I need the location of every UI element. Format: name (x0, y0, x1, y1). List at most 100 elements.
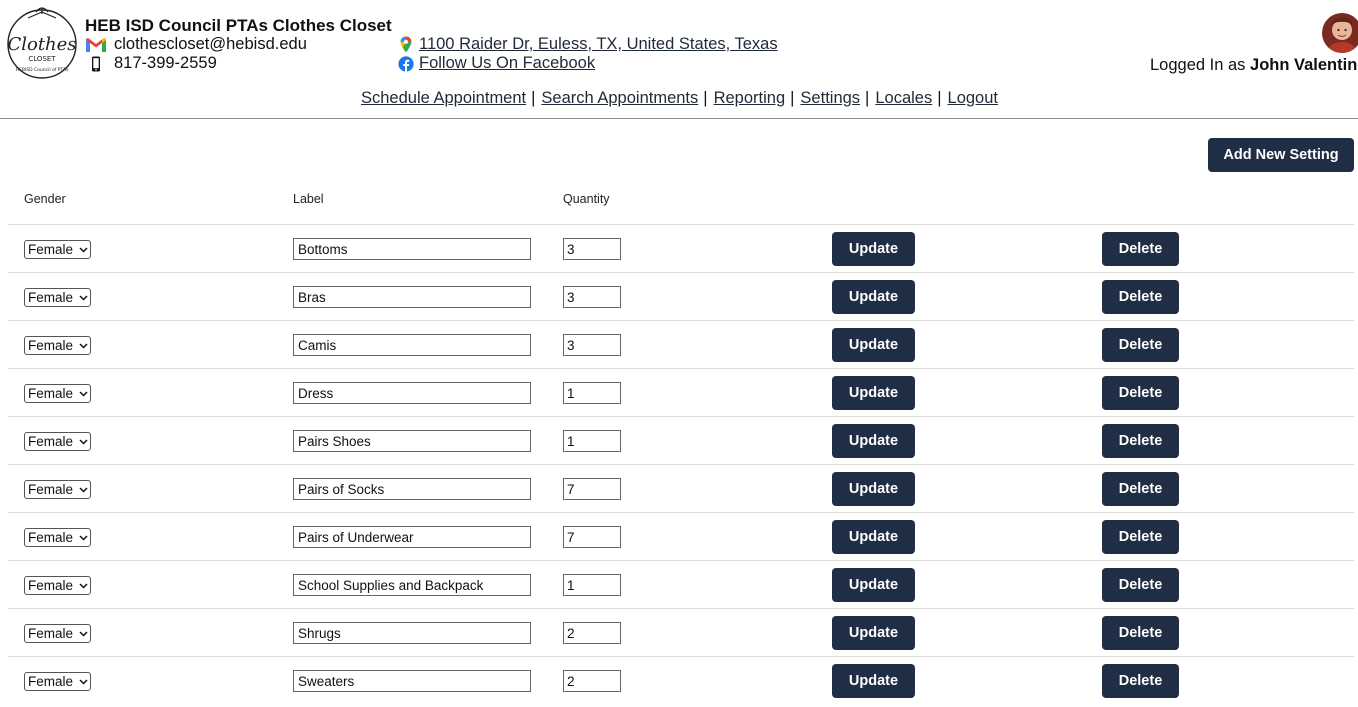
chevron-down-icon (76, 579, 90, 593)
nav-reporting[interactable]: Reporting (714, 89, 786, 108)
update-button[interactable]: Update (832, 616, 915, 650)
main-nav: Schedule Appointment | Search Appointmen… (361, 89, 998, 108)
contact-phone: 817-399-2559 (85, 54, 217, 73)
nav-logout[interactable]: Logout (948, 89, 998, 108)
user-avatar[interactable] (1322, 13, 1358, 53)
label-input[interactable] (293, 670, 531, 692)
facebook-row: Follow Us On Facebook (398, 54, 595, 73)
gender-select[interactable]: Female (24, 480, 91, 499)
update-button[interactable]: Update (832, 376, 915, 410)
label-input[interactable] (293, 478, 531, 500)
delete-button[interactable]: Delete (1102, 664, 1179, 698)
nav-separator: | (531, 89, 536, 107)
nav-search-appointments[interactable]: Search Appointments (541, 89, 698, 108)
label-input[interactable] (293, 574, 531, 596)
table-row: Female Update Delete (8, 464, 1354, 512)
update-button[interactable]: Update (832, 328, 915, 362)
table-row: Female Update Delete (8, 320, 1354, 368)
table-row: Female Update Delete (8, 608, 1354, 656)
facebook-icon (398, 55, 414, 73)
delete-button[interactable]: Delete (1102, 520, 1179, 554)
contact-email: clothescloset@hebisd.edu (85, 35, 307, 54)
site-header: Clothes CLOSET HEBISD Council of PTAs HE… (0, 0, 1358, 119)
nav-settings[interactable]: Settings (800, 89, 860, 108)
delete-button[interactable]: Delete (1102, 328, 1179, 362)
quantity-input[interactable] (563, 526, 621, 548)
chevron-down-icon (76, 627, 90, 641)
delete-button[interactable]: Delete (1102, 472, 1179, 506)
address-row: 1100 Raider Dr, Euless, TX, United State… (398, 35, 778, 54)
quantity-input[interactable] (563, 334, 621, 356)
gender-select-value: Female (28, 482, 74, 497)
gender-select-value: Female (28, 626, 74, 641)
delete-button[interactable]: Delete (1102, 568, 1179, 602)
gender-select[interactable]: Female (24, 288, 91, 307)
gender-select[interactable]: Female (24, 336, 91, 355)
label-input[interactable] (293, 526, 531, 548)
update-button[interactable]: Update (832, 568, 915, 602)
table-row: Female Update Delete (8, 560, 1354, 608)
delete-button[interactable]: Delete (1102, 616, 1179, 650)
quantity-input[interactable] (563, 622, 621, 644)
delete-button[interactable]: Delete (1102, 232, 1179, 266)
gender-select-value: Female (28, 578, 74, 593)
label-input[interactable] (293, 430, 531, 452)
mobile-phone-icon (85, 55, 107, 73)
quantity-input[interactable] (563, 430, 621, 452)
user-name: John Valentino (1250, 56, 1358, 74)
update-button[interactable]: Update (832, 424, 915, 458)
gender-select-value: Female (28, 290, 74, 305)
table-row: Female Update Delete (8, 416, 1354, 464)
delete-button[interactable]: Delete (1102, 280, 1179, 314)
update-button[interactable]: Update (832, 472, 915, 506)
add-new-setting-button[interactable]: Add New Setting (1208, 138, 1354, 172)
update-button[interactable]: Update (832, 232, 915, 266)
quantity-input[interactable] (563, 574, 621, 596)
nav-separator: | (703, 89, 708, 107)
gender-select[interactable]: Female (24, 384, 91, 403)
gender-select[interactable]: Female (24, 240, 91, 259)
update-button[interactable]: Update (832, 664, 915, 698)
chevron-down-icon (76, 483, 90, 497)
gender-select[interactable]: Female (24, 576, 91, 595)
svg-text:HEBISD Council of PTAs: HEBISD Council of PTAs (16, 67, 69, 73)
quantity-input[interactable] (563, 286, 621, 308)
update-button[interactable]: Update (832, 280, 915, 314)
gender-select[interactable]: Female (24, 528, 91, 547)
column-header-gender: Gender (24, 192, 66, 206)
nav-schedule-appointment[interactable]: Schedule Appointment (361, 89, 526, 108)
quantity-input[interactable] (563, 478, 621, 500)
gender-select-value: Female (28, 242, 74, 257)
column-header-label: Label (293, 192, 324, 206)
label-input[interactable] (293, 334, 531, 356)
svg-text:Clothes: Clothes (7, 34, 76, 55)
quantity-input[interactable] (563, 382, 621, 404)
gender-select-value: Female (28, 338, 74, 353)
address-link[interactable]: 1100 Raider Dr, Euless, TX, United State… (419, 35, 778, 54)
chevron-down-icon (76, 339, 90, 353)
settings-table: FemaleUpdateDeleteFemaleUpdateDeleteFema… (8, 224, 1354, 704)
nav-locales[interactable]: Locales (875, 89, 932, 108)
delete-button[interactable]: Delete (1102, 424, 1179, 458)
chevron-down-icon (76, 387, 90, 401)
logged-in-status: Logged In as John Valentino (1150, 56, 1358, 75)
update-button[interactable]: Update (832, 520, 915, 554)
label-input[interactable] (293, 238, 531, 260)
gender-select-value: Female (28, 674, 74, 689)
organization-name: HEB ISD Council PTAs Clothes Closet (85, 16, 392, 35)
quantity-input[interactable] (563, 670, 621, 692)
gender-select[interactable]: Female (24, 432, 91, 451)
label-input[interactable] (293, 286, 531, 308)
email-text: clothescloset@hebisd.edu (114, 35, 307, 53)
phone-text: 817-399-2559 (114, 54, 217, 72)
gender-select[interactable]: Female (24, 624, 91, 643)
facebook-link[interactable]: Follow Us On Facebook (419, 54, 595, 73)
table-row: Female Update Delete (8, 656, 1354, 704)
label-input[interactable] (293, 622, 531, 644)
gender-select[interactable]: Female (24, 672, 91, 691)
clothes-closet-logo[interactable]: Clothes CLOSET HEBISD Council of PTAs (6, 2, 78, 80)
label-input[interactable] (293, 382, 531, 404)
delete-button[interactable]: Delete (1102, 376, 1179, 410)
gender-select-value: Female (28, 434, 74, 449)
quantity-input[interactable] (563, 238, 621, 260)
